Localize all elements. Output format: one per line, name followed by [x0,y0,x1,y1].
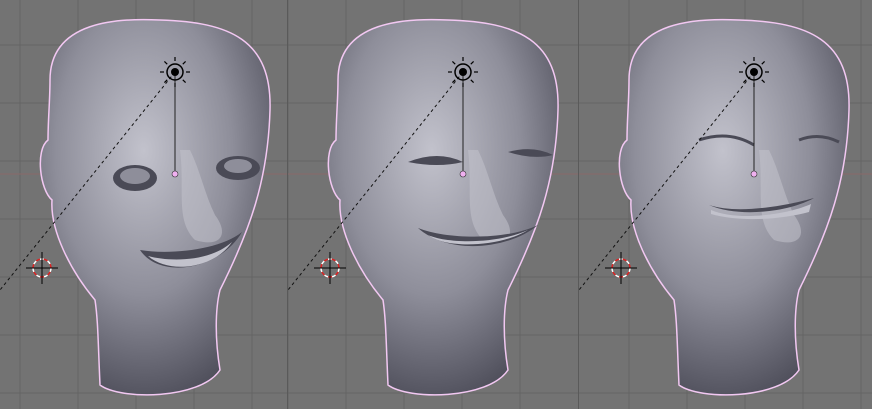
viewport-middle[interactable] [288,0,578,409]
viewport-left[interactable] [0,0,287,409]
viewport-divider[interactable] [578,0,579,409]
object-origin [459,170,467,178]
viewport-right[interactable] [579,0,872,409]
viewport-divider[interactable] [287,0,288,409]
object-origin [750,170,758,178]
blender-3d-viewports [0,0,872,409]
object-origin [171,170,179,178]
